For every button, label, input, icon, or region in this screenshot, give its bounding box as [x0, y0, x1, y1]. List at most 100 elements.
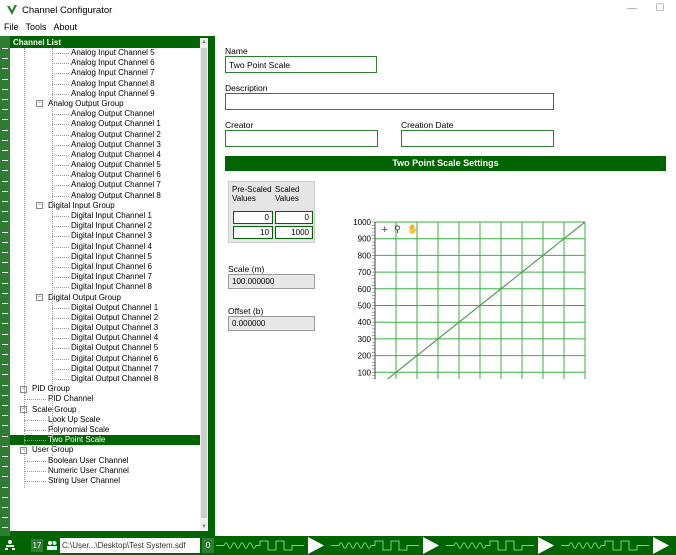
tree-item-row[interactable]: Analog Input Channel 9	[10, 89, 200, 99]
strip-tick	[2, 384, 8, 386]
scroll-thumb[interactable]	[201, 48, 207, 518]
tree-group-row[interactable]: − Scale Group	[10, 405, 200, 415]
tree-item-row[interactable]: Digital Output Channel 2	[10, 313, 200, 323]
tree-connector	[24, 470, 46, 472]
creation-date-field[interactable]	[401, 130, 554, 147]
tree-item-row[interactable]: Boolean User Channel	[10, 456, 200, 466]
pan-cursor-icon[interactable]: +	[381, 225, 389, 235]
tree-item-row[interactable]: Analog Output Channel 1	[10, 119, 200, 129]
collapse-icon[interactable]: −	[36, 294, 43, 301]
pre-scaled-cell-1[interactable]: 10	[233, 226, 273, 239]
tree-item-row[interactable]: Digital Output Channel 1	[10, 303, 200, 313]
tree-item-row[interactable]: Analog Input Channel 7	[10, 68, 200, 78]
strip-tick	[2, 68, 8, 70]
y-tick-label: 300	[358, 335, 372, 344]
menu-tools[interactable]: Tools	[23, 22, 50, 32]
tree-item-row[interactable]: Digital Input Channel 5	[10, 252, 200, 262]
tree-item-row[interactable]: Digital Input Channel 1	[10, 211, 200, 221]
tree-connector	[52, 114, 69, 116]
tree-item-label: Polynomial Scale	[48, 424, 110, 434]
tree-item-label: Digital Output Channel 2	[71, 312, 159, 322]
tree-item-row[interactable]: Look Up Scale	[10, 415, 200, 425]
channel-tree[interactable]: Channel List Analog Input Channel 5 Analo…	[10, 38, 200, 531]
scroll-down-icon[interactable]: ▼	[200, 523, 208, 531]
collapse-icon[interactable]: −	[36, 100, 43, 108]
tree-item-label: Digital Input Channel 8	[71, 282, 152, 292]
tree-item-row[interactable]: PID Channel	[10, 394, 200, 404]
tree-item-row[interactable]: Analog Output Channel 2	[10, 130, 200, 140]
tree-item-label: Analog Output Channel 5	[71, 160, 161, 170]
menu-bar: File Tools About	[0, 20, 676, 34]
strip-tick	[2, 435, 8, 437]
tree-item-row[interactable]: Digital Output Channel 5	[10, 343, 200, 353]
strip-tick	[2, 201, 8, 202]
strip-tick	[2, 88, 8, 90]
menu-about[interactable]: About	[51, 22, 81, 32]
tree-item-row[interactable]: Digital Input Channel 8	[10, 282, 200, 292]
tree-item-row[interactable]: Analog Output Channel 3	[10, 140, 200, 150]
tree-item-row[interactable]: Digital Input Channel 6	[10, 262, 200, 272]
collapse-icon[interactable]: −	[36, 202, 43, 210]
tree-group-row[interactable]: − Digital Output Group	[10, 293, 200, 303]
tree-item-row[interactable]: Analog Input Channel 8	[10, 79, 200, 89]
tree-group-row[interactable]: − Analog Output Group	[10, 99, 200, 109]
tree-group-row[interactable]: − PID Group	[10, 384, 200, 394]
strip-tick	[2, 364, 8, 366]
scaled-cell-1[interactable]: 1000	[275, 226, 313, 239]
strip-tick	[2, 150, 8, 151]
tree-connector	[52, 53, 69, 54]
creator-field[interactable]	[225, 130, 378, 147]
tree-item-label: Digital Output Channel 7	[71, 363, 159, 373]
strip-tick	[2, 99, 8, 100]
side-strip	[0, 36, 10, 536]
tree-item-row[interactable]: Polynomial Scale	[10, 425, 200, 435]
tree-item-row[interactable]: Digital Input Channel 2	[10, 221, 200, 231]
signal-wave	[561, 540, 649, 551]
tree-group-row[interactable]: − Digital Input Group	[10, 201, 200, 211]
tree-item-row[interactable]: Digital Output Channel 4	[10, 333, 200, 343]
strip-tick	[2, 527, 8, 529]
tree-item-row[interactable]: String User Channel	[10, 476, 200, 486]
scroll-up-icon[interactable]: ▲	[200, 38, 208, 46]
tree-item-row[interactable]: Digital Output Channel 8	[10, 374, 200, 384]
hand-icon[interactable]: ✋	[407, 223, 418, 235]
tree-item-row[interactable]: Two Point Scale	[10, 435, 200, 446]
tree-group-row[interactable]: − User Group	[10, 445, 200, 455]
tree-scrollbar[interactable]: ▲ ▼	[200, 38, 208, 531]
tree-item-row[interactable]: Analog Input Channel 6	[10, 58, 200, 68]
tree-item-row[interactable]: Digital Output Channel 6	[10, 354, 200, 364]
scaled-cell-0[interactable]: 0	[275, 211, 313, 224]
strip-tick	[2, 486, 8, 488]
tree-item-row[interactable]: Analog Output Channel	[10, 109, 200, 119]
tree-item-row[interactable]: Digital Input Channel 4	[10, 242, 200, 252]
tree-item-row[interactable]: Analog Output Channel 4	[10, 150, 200, 160]
description-field[interactable]	[225, 93, 554, 110]
tree-item-row[interactable]: Analog Output Channel 7	[10, 180, 200, 190]
tree-item-row[interactable]: Digital Input Channel 3	[10, 231, 200, 241]
tree-item-row[interactable]: Analog Input Channel 5	[10, 48, 200, 58]
tree-item-row[interactable]: Analog Output Channel 8	[10, 191, 200, 201]
creator-label: Creator	[225, 120, 254, 130]
tree-item-label: PID Channel	[48, 394, 94, 404]
tree-item-label: Digital Input Channel 1	[71, 211, 152, 220]
tree-item-row[interactable]: Digital Input Channel 7	[10, 272, 200, 282]
minimize-button[interactable]: —	[622, 2, 642, 16]
tree-item-label: Analog Output Channel 1	[71, 119, 161, 129]
pre-scaled-cell-0[interactable]: 0	[233, 211, 273, 224]
tree-item-row[interactable]: Digital Output Channel 7	[10, 364, 200, 374]
maximize-button[interactable]: ☐	[650, 2, 670, 16]
pre-scaled-header: Pre-Scaled Values	[232, 185, 272, 203]
strip-tick	[2, 333, 8, 335]
tree-header: Channel List	[10, 38, 200, 48]
tree-connector	[52, 175, 69, 177]
name-field[interactable]	[225, 56, 377, 73]
two-point-table: Pre-Scaled Values Scaled Values 0 0 10 1…	[228, 181, 315, 243]
tree-item-row[interactable]: Numeric User Channel	[10, 466, 200, 476]
tree-item-row[interactable]: Analog Output Channel 6	[10, 170, 200, 180]
strip-tick	[2, 129, 8, 131]
menu-file[interactable]: File	[1, 22, 22, 32]
zoom-icon[interactable]: ⚲	[394, 225, 401, 235]
tree-item-row[interactable]: Digital Output Channel 3	[10, 323, 200, 333]
tree-item-row[interactable]: Analog Output Channel 5	[10, 160, 200, 170]
strip-tick	[2, 211, 8, 213]
